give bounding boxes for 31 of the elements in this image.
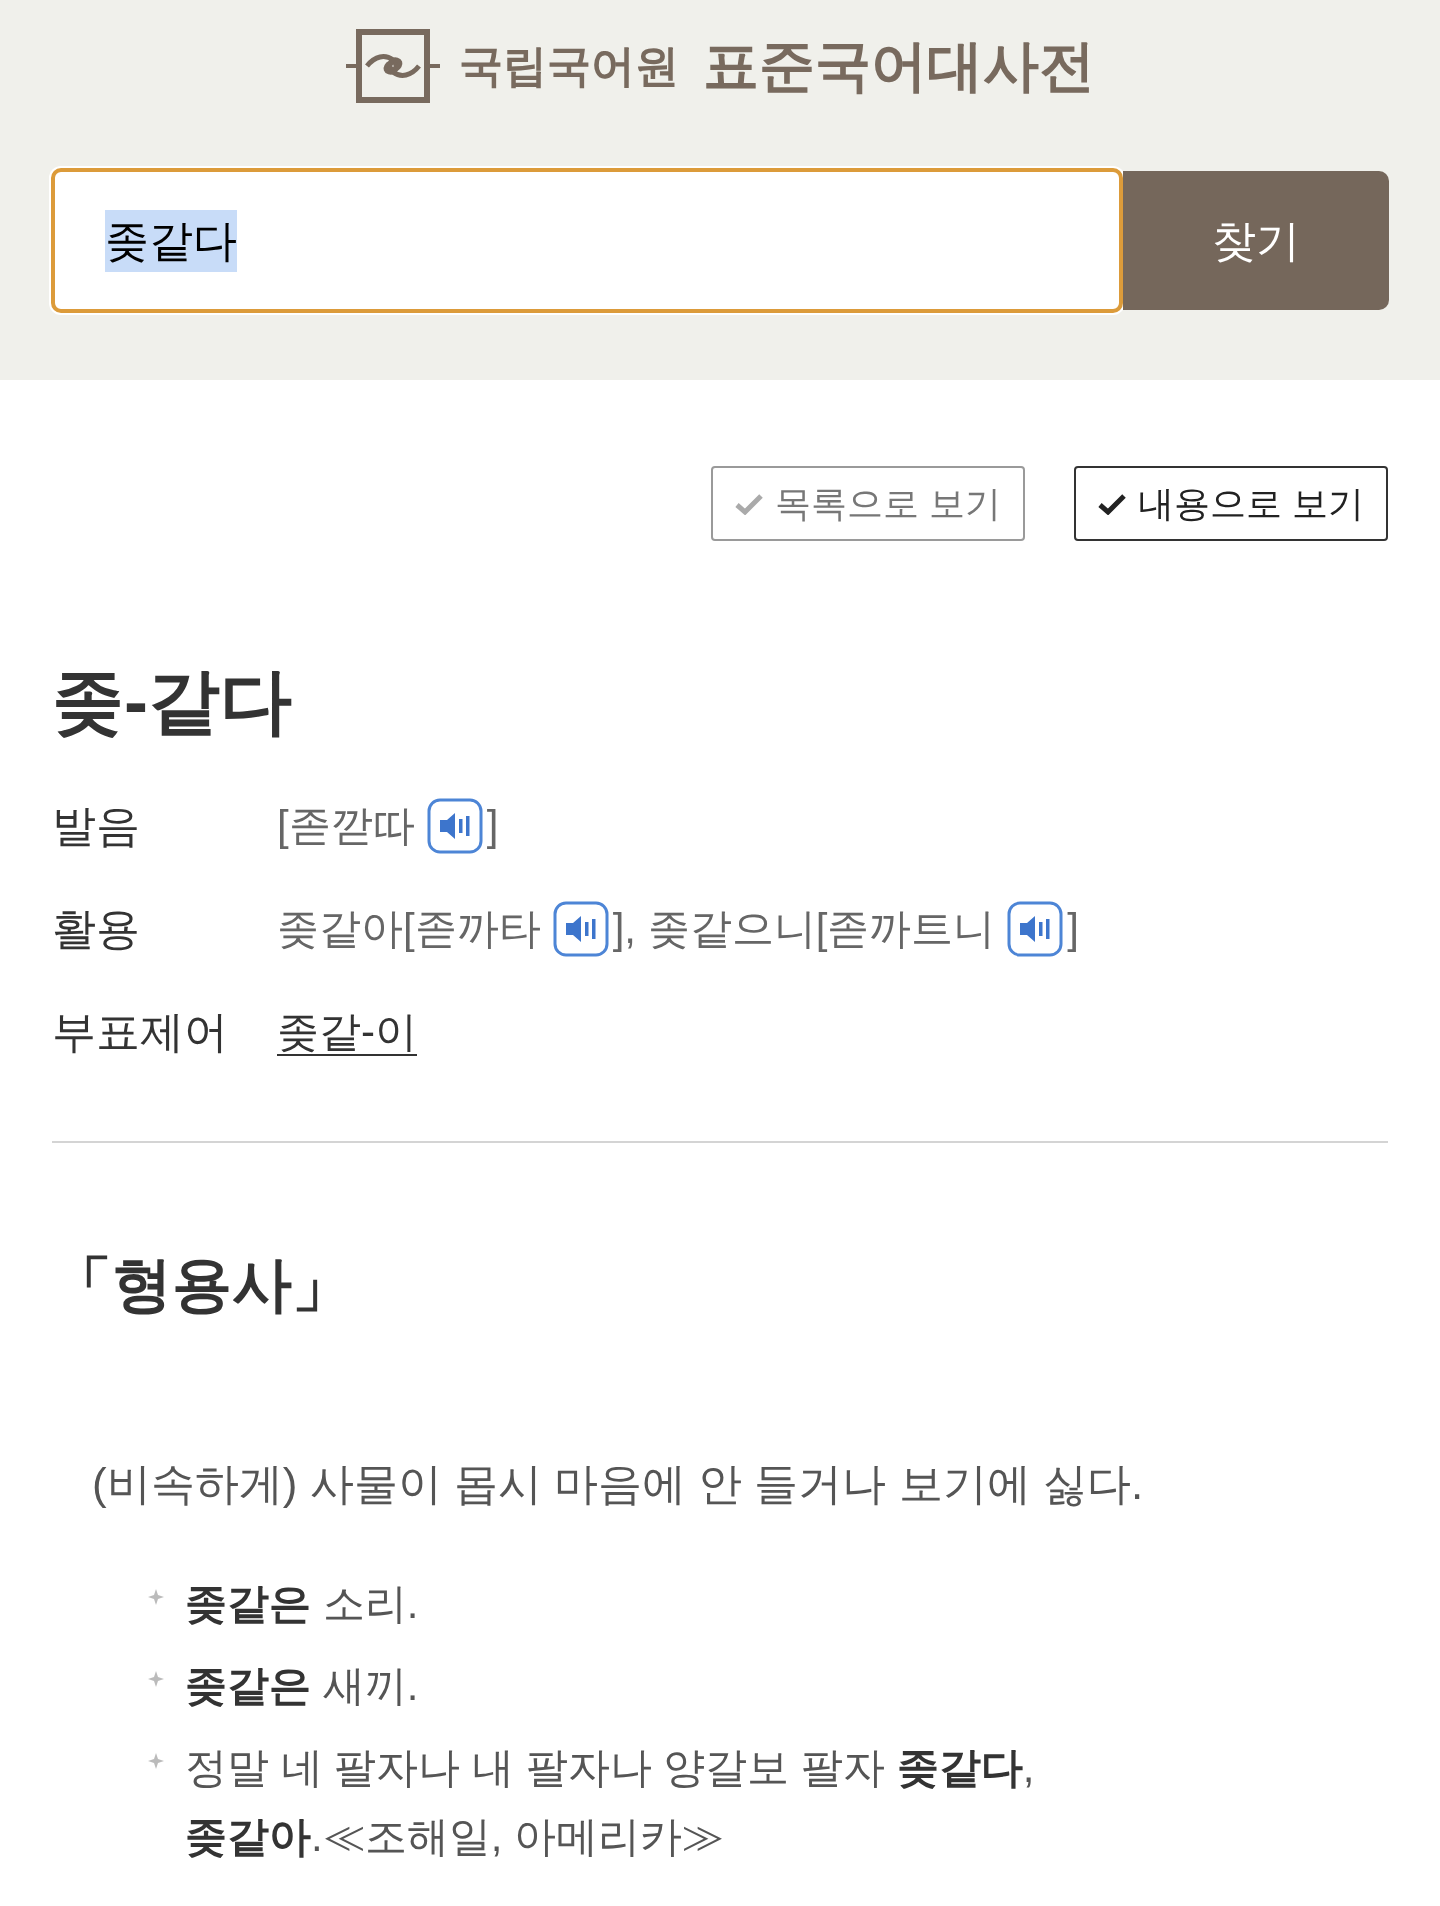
info-label: 발음: [52, 799, 141, 852]
view-toggle-button[interactable]: 목록으로 보기: [710, 466, 1025, 541]
speaker-icon[interactable]: [426, 797, 483, 854]
view-toggle-button[interactable]: 내용으로 보기: [1074, 466, 1388, 541]
example-sentence: 좆같은 새끼.: [185, 1661, 420, 1711]
bullet-icon: [148, 1589, 164, 1605]
pronunciation-text: 좆같아[졷까타: [277, 903, 541, 954]
bullet-icon: [148, 1753, 164, 1769]
speaker-icon[interactable]: [1007, 900, 1064, 957]
pronunciation-text: [졷깓따: [277, 800, 415, 851]
org-name: 국립국어원: [459, 44, 679, 88]
pronunciation-text: ], 좆같으니[졷까트니: [612, 903, 996, 954]
sub-entry-link[interactable]: 좆같-이: [277, 1001, 417, 1062]
dictionary-title: 표준국어대사전: [703, 38, 1095, 94]
search-query: 좆같다: [105, 209, 237, 272]
pronunciation-text: ]: [1067, 903, 1080, 954]
check-icon: [734, 492, 763, 515]
info-label: 부표제어: [52, 1005, 229, 1058]
search-field[interactable]: 좆같다: [51, 168, 1123, 313]
part-of-speech: 「형용사」: [52, 1250, 353, 1320]
speaker-icon[interactable]: [552, 900, 609, 957]
headword: 좆-같다: [52, 660, 293, 743]
example-sentence: 좆같은 소리.: [185, 1579, 420, 1629]
example-sentence: 정말 네 팔자나 내 팔자나 양갈보 팔자 좆같다, 좆같아.≪조해일, 아메리카≫: [185, 1743, 1036, 1862]
pronunciation-text: ]: [486, 800, 499, 851]
info-label: 활용: [52, 902, 141, 955]
search-button[interactable]: 찾기: [1123, 171, 1389, 310]
logo-icon: [345, 28, 441, 104]
bullet-icon: [148, 1671, 164, 1687]
check-icon: [1098, 492, 1126, 515]
definition-text: (비속하게) 사물이 몹시 마음에 안 들거나 보기에 싫다.: [92, 1458, 1145, 1510]
